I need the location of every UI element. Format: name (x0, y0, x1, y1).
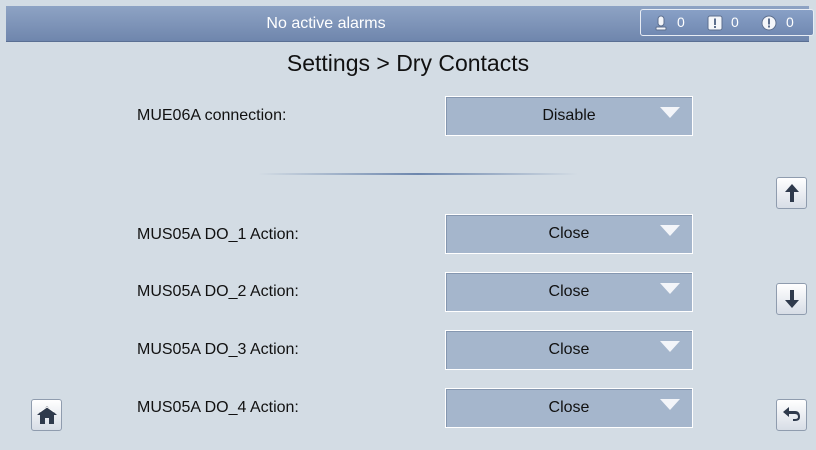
do4-action-select[interactable]: Close (445, 388, 693, 428)
do1-action-label: MUS05A DO_1 Action: (137, 226, 299, 243)
major-alarm-count: 0 (731, 14, 739, 30)
dropdown-arrow-icon (660, 340, 680, 358)
arrow-up-icon (777, 184, 806, 202)
do2-action-label: MUS05A DO_2 Action: (137, 283, 299, 300)
critical-alarm-count: 0 (677, 14, 685, 30)
mue06a-connection-label: MUE06A connection: (137, 107, 287, 124)
select-value: Disable (542, 107, 596, 124)
do3-action-select[interactable]: Close (445, 330, 693, 370)
back-arrow-icon (777, 406, 806, 422)
dry-contacts-screen: No active alarms 0 0 0 Settings > Dry Co… (0, 0, 816, 450)
home-button[interactable] (31, 399, 62, 431)
select-value: Close (548, 283, 590, 300)
alarm-summary[interactable]: 0 0 0 (640, 9, 814, 36)
critical-alarm-icon (655, 10, 667, 35)
alarm-status-text: No active alarms (266, 15, 386, 32)
minor-alarm-count: 0 (786, 14, 794, 30)
scroll-down-button[interactable] (776, 283, 807, 315)
home-icon (32, 406, 61, 424)
page-title: Settings > Dry Contacts (286, 50, 530, 76)
select-value: Close (548, 341, 590, 358)
minor-alarm-icon (761, 10, 777, 35)
select-value: Close (548, 225, 590, 242)
do3-action-label: MUS05A DO_3 Action: (137, 341, 299, 358)
status-bar: No active alarms 0 0 0 (6, 6, 814, 42)
arrow-down-icon (777, 290, 806, 308)
dropdown-arrow-icon (660, 106, 680, 124)
dropdown-arrow-icon (660, 398, 680, 416)
mue06a-connection-select[interactable]: Disable (445, 96, 693, 136)
dropdown-arrow-icon (660, 224, 680, 242)
do1-action-select[interactable]: Close (445, 214, 693, 254)
back-button[interactable] (776, 399, 807, 431)
major-alarm-icon (707, 10, 723, 35)
select-value: Close (548, 399, 590, 416)
dropdown-arrow-icon (660, 282, 680, 300)
do2-action-select[interactable]: Close (445, 272, 693, 312)
scroll-up-button[interactable] (776, 177, 807, 209)
do4-action-label: MUS05A DO_4 Action: (137, 399, 299, 416)
section-divider (258, 173, 578, 175)
